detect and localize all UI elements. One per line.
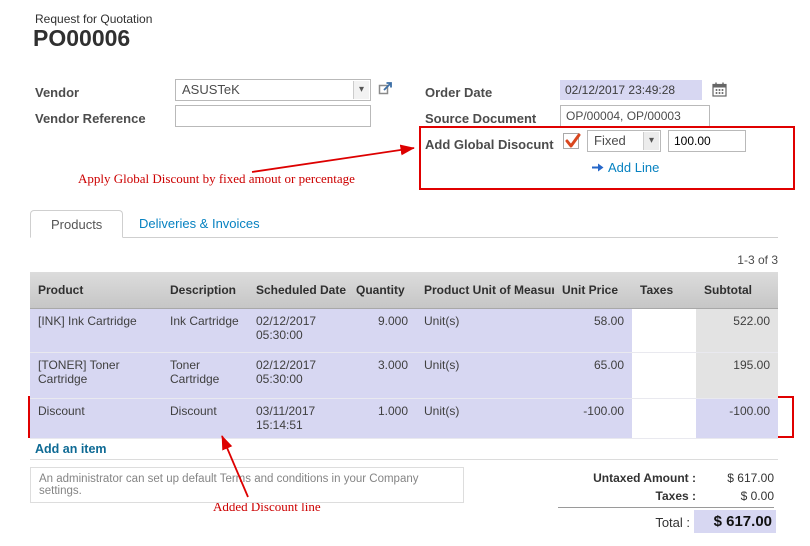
page-title: PO00006 <box>33 25 130 52</box>
order-date-label: Order Date <box>425 85 492 100</box>
col-scheduled-date[interactable]: Scheduled Date <box>248 272 348 308</box>
vendor-select[interactable]: ASUSTeK ▾ <box>175 79 371 101</box>
cell-quantity[interactable]: 1.000 <box>348 398 416 438</box>
cell-subtotal[interactable]: -100.00 <box>696 398 778 438</box>
terms-note: An administrator can set up default Term… <box>30 467 464 503</box>
chevron-down-icon[interactable]: ▾ <box>643 132 659 150</box>
table-row-discount: Discount Discount 03/11/2017 15:14:51 1.… <box>30 398 778 438</box>
cell-uom[interactable]: Unit(s) <box>416 308 554 352</box>
discount-type-value: Fixed <box>594 133 626 148</box>
cell-taxes[interactable] <box>632 398 696 438</box>
source-document-input[interactable] <box>560 105 710 127</box>
order-lines-table: Product Description Scheduled Date Quant… <box>30 272 778 439</box>
taxes-label: Taxes : <box>540 489 696 503</box>
global-discount-label: Add Global Disocunt <box>425 137 554 152</box>
cell-scheduled-date[interactable]: 02/12/2017 05:30:00 <box>248 308 348 352</box>
annotation-top-note: Apply Global Discount by fixed amout or … <box>78 171 355 187</box>
table-header-row: Product Description Scheduled Date Quant… <box>30 272 778 308</box>
untaxed-amount-value: $ 617.00 <box>696 471 774 485</box>
vendor-value: ASUSTeK <box>182 82 240 97</box>
col-unit-price[interactable]: Unit Price <box>554 272 632 308</box>
totals-divider <box>558 507 774 508</box>
cell-product[interactable]: [INK] Ink Cartridge <box>30 308 162 352</box>
table-row: [INK] Ink Cartridge Ink Cartridge 02/12/… <box>30 308 778 352</box>
vendor-reference-input[interactable] <box>175 105 371 127</box>
cell-description[interactable]: Toner Cartridge <box>162 352 248 398</box>
col-description[interactable]: Description <box>162 272 248 308</box>
tab-bar: Products Deliveries & Invoices <box>30 210 778 238</box>
arrow-to-global-discount <box>252 148 414 172</box>
cell-product[interactable]: [TONER] Toner Cartridge <box>30 352 162 398</box>
cell-description[interactable]: Ink Cartridge <box>162 308 248 352</box>
global-discount-checkbox[interactable] <box>563 133 579 149</box>
table-end-divider <box>30 459 778 460</box>
cell-quantity[interactable]: 9.000 <box>348 308 416 352</box>
chevron-down-icon[interactable]: ▾ <box>353 81 369 99</box>
checkmark-icon <box>564 132 582 150</box>
source-document-label: Source Document <box>425 111 536 126</box>
pager: 1-3 of 3 <box>650 253 778 267</box>
tab-deliveries-invoices[interactable]: Deliveries & Invoices <box>125 210 274 238</box>
tab-products[interactable]: Products <box>30 210 123 238</box>
order-date-value[interactable]: 02/12/2017 23:49:28 <box>560 80 702 100</box>
cell-uom[interactable]: Unit(s) <box>416 398 554 438</box>
total-label: Total : <box>560 515 690 530</box>
rfq-page: Request for Quotation PO00006 Vendor ASU… <box>0 0 810 546</box>
vendor-reference-label: Vendor Reference <box>35 111 146 126</box>
cell-scheduled-date[interactable]: 03/11/2017 15:14:51 <box>248 398 348 438</box>
external-link-icon[interactable] <box>378 81 393 96</box>
total-value: $ 617.00 <box>694 510 776 533</box>
table-row: [TONER] Toner Cartridge Toner Cartridge … <box>30 352 778 398</box>
discount-type-select[interactable]: Fixed ▾ <box>587 130 661 152</box>
cell-unit-price[interactable]: 58.00 <box>554 308 632 352</box>
calendar-icon[interactable] <box>712 82 727 97</box>
arrow-right-icon <box>592 162 605 173</box>
cell-uom[interactable]: Unit(s) <box>416 352 554 398</box>
cell-subtotal[interactable]: 522.00 <box>696 308 778 352</box>
cell-unit-price[interactable]: -100.00 <box>554 398 632 438</box>
vendor-label: Vendor <box>35 85 79 100</box>
col-uom[interactable]: Product Unit of Measure <box>416 272 554 308</box>
add-line-label: Add Line <box>608 160 659 175</box>
cell-taxes[interactable] <box>632 308 696 352</box>
cell-product[interactable]: Discount <box>30 398 162 438</box>
col-subtotal[interactable]: Subtotal <box>696 272 778 308</box>
discount-amount-input[interactable] <box>668 130 746 152</box>
col-taxes[interactable]: Taxes <box>632 272 696 308</box>
cell-subtotal[interactable]: 195.00 <box>696 352 778 398</box>
col-product[interactable]: Product <box>30 272 162 308</box>
doc-type-label: Request for Quotation <box>35 12 152 26</box>
cell-taxes[interactable] <box>632 352 696 398</box>
add-line-link[interactable]: Add Line <box>592 160 659 175</box>
taxes-value: $ 0.00 <box>696 489 774 503</box>
cell-unit-price[interactable]: 65.00 <box>554 352 632 398</box>
add-an-item-link[interactable]: Add an item <box>35 442 107 456</box>
untaxed-amount-label: Untaxed Amount : <box>540 471 696 485</box>
cell-description[interactable]: Discount <box>162 398 248 438</box>
cell-quantity[interactable]: 3.000 <box>348 352 416 398</box>
col-quantity[interactable]: Quantity <box>348 272 416 308</box>
cell-scheduled-date[interactable]: 02/12/2017 05:30:00 <box>248 352 348 398</box>
